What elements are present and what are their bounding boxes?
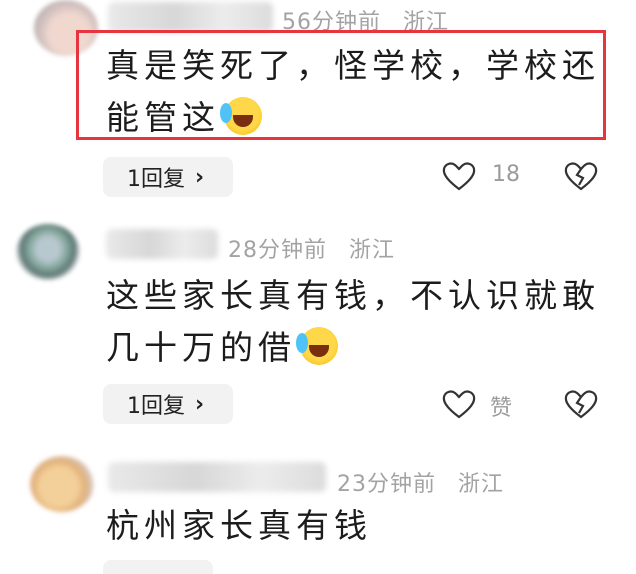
like-count: 18 [492,162,520,187]
reply-label: 1回复 [127,394,185,419]
reply-button[interactable]: 1回复 › [103,384,233,424]
reply-label: 1回复 [127,167,185,192]
heart-outline-icon[interactable] [442,389,476,419]
comment-meta: 23分钟前 浙江 [337,466,504,498]
heart-outline-icon[interactable] [442,161,476,191]
comment-text: 杭州家长真有钱 [106,500,372,552]
tears-of-joy-emoji-icon [220,97,262,135]
avatar[interactable] [30,456,94,512]
comment-text-line: 杭州家长真有钱 [106,506,372,545]
timestamp: 28分钟前 [228,238,327,263]
comment-text-line: 真是笑死了，怪学校，学校还 [106,46,600,85]
username-blurred[interactable] [108,2,273,32]
comment-text-line: 能管这 [106,98,220,137]
chevron-right-icon: › [195,164,205,190]
location: 浙江 [458,472,505,497]
reply-button-partial[interactable] [103,560,213,574]
comment-text: 这些家长真有钱，不认识就敢 几十万的借 [106,270,600,374]
comment-text-line: 这些家长真有钱，不认识就敢 [106,276,600,315]
like-count: 赞 [490,396,513,421]
broken-heart-icon[interactable] [564,160,598,192]
username-blurred[interactable] [108,462,326,492]
chevron-right-icon: › [195,391,205,417]
comment-text-line: 几十万的借 [106,328,296,367]
tears-of-joy-emoji-icon [296,327,338,365]
timestamp: 23分钟前 [337,472,436,497]
comment-text: 真是笑死了，怪学校，学校还 能管这 [106,40,600,144]
comment-meta: 28分钟前 浙江 [228,232,395,264]
reply-button[interactable]: 1回复 › [103,157,233,197]
avatar[interactable] [16,224,80,280]
username-blurred[interactable] [106,229,218,259]
location: 浙江 [349,238,396,263]
broken-heart-icon[interactable] [564,388,598,420]
